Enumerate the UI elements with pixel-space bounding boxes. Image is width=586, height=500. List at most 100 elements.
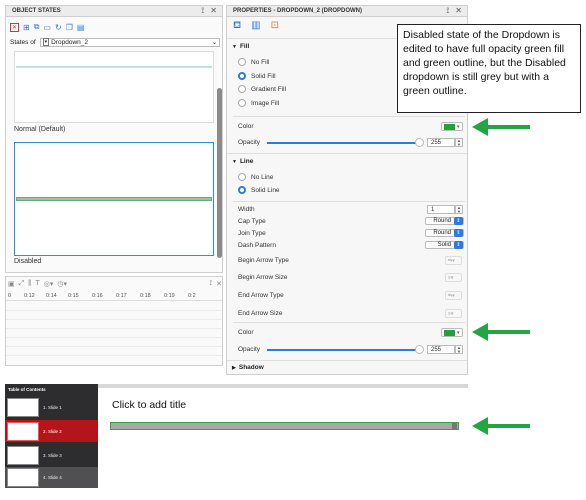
edit-state-icon[interactable]: ▭ — [43, 23, 51, 32]
fill-opacity-slider[interactable] — [267, 142, 417, 144]
shadow-section-header[interactable]: ▶ Shadow — [232, 364, 264, 371]
pin-icon[interactable]: ⟟ — [201, 6, 204, 16]
radio-selected[interactable] — [238, 72, 246, 80]
chevron-down-icon: ▼ — [232, 158, 237, 165]
state-thumbnail-normal[interactable] — [14, 51, 214, 123]
join-type-select[interactable]: Round ⇕ — [425, 229, 464, 237]
end-arrow-type-label: End Arrow Type — [238, 292, 284, 299]
object-states-title: OBJECT STATES — [12, 8, 61, 14]
cap-type-select[interactable]: Round ⇕ — [425, 217, 464, 225]
fill-option-solid-fill[interactable]: Solid Fill — [238, 72, 276, 80]
fill-opacity-value: 255 — [431, 139, 442, 146]
option-label: Solid Fill — [251, 72, 276, 80]
end-arrow-type-select[interactable]: ⇆▾ — [445, 291, 462, 300]
fill-tab-icon[interactable]: ⛾ — [233, 20, 241, 33]
line-opacity-input[interactable]: 255 ▲ ▼ — [427, 345, 463, 354]
duplicate-state-icon[interactable]: ⧉ — [34, 22, 40, 32]
slide-item-2[interactable]: 2. Slide 2 — [5, 420, 98, 442]
fill-opacity-knob[interactable] — [415, 138, 424, 147]
close-icon[interactable]: ✕ — [455, 6, 462, 16]
slides-panel: Table of Contents 1. Slide 1 2. Slide 2 … — [5, 384, 98, 488]
radio[interactable] — [238, 58, 246, 66]
fill-option-image-fill[interactable]: Image Fill — [238, 99, 279, 107]
tick-label: 0:17 — [116, 293, 127, 299]
dash-pattern-value: Solid — [437, 242, 451, 248]
slide-item-3[interactable]: 3. Slide 3 — [5, 444, 98, 466]
close-icon[interactable]: ✕ — [210, 6, 217, 16]
slide-title-placeholder[interactable]: Click to add title — [112, 399, 186, 411]
chevron-right-icon: ▶ — [232, 364, 236, 371]
fill-color-picker[interactable]: ▾ — [441, 122, 463, 131]
fill-opacity-label: Opacity — [238, 139, 261, 146]
timeline-clock-icon[interactable]: ◷▾ — [57, 280, 67, 288]
delete-state-icon[interactable]: ✕ — [10, 22, 19, 32]
timeline-zoom-icon[interactable]: ⤢ — [19, 280, 25, 288]
chevron-down-icon: ⌄ — [211, 39, 217, 46]
dash-pattern-select[interactable]: Solid ⇕ — [425, 241, 464, 249]
timeline-view-icon[interactable]: ◎▾ — [44, 280, 54, 288]
slide-label: 1. Slide 1 — [43, 404, 62, 410]
timeline-toolbar: ▣ ⤢ ⫼ T ◎▾ ◷▾ ⟟ ✕ — [8, 278, 222, 289]
annotation-box: Disabled state of the Dropdown is edited… — [397, 24, 581, 113]
line-width-label: Width — [238, 206, 255, 213]
slide-item-1[interactable]: 1. Slide 1 — [5, 396, 98, 418]
radio[interactable] — [238, 85, 246, 93]
object-states-panel: OBJECT STATES ⟟ ✕ ✕ ⊞ ⧉ ▭ ↻ ❐ ▤ States o… — [5, 5, 223, 273]
add-state-icon[interactable]: ⊞ — [23, 23, 30, 32]
size-tab-icon[interactable]: ▥ — [251, 20, 260, 33]
begin-arrow-type-select[interactable]: ⇆▾ — [445, 256, 462, 265]
fill-option-gradient-fill[interactable]: Gradient Fill — [238, 85, 286, 93]
fill-color-label: Color — [238, 123, 254, 130]
chevron-down-icon: ▾ — [457, 329, 460, 336]
radio[interactable] — [238, 173, 246, 181]
style-tab-icon[interactable]: ⊡ — [271, 20, 279, 33]
state-thumbnail-disabled[interactable] — [14, 142, 214, 256]
arrow-divider — [233, 322, 465, 323]
state-properties-icon[interactable]: ▤ — [77, 23, 85, 32]
states-scrollbar[interactable] — [217, 88, 222, 258]
line-width-input[interactable]: 1 ▲ ▼ — [427, 205, 463, 214]
line-opacity-label: Opacity — [238, 346, 261, 353]
line-color-swatch — [444, 329, 455, 336]
timeline-text-icon[interactable]: T — [35, 280, 39, 287]
timeline-icon[interactable]: ▣ — [8, 280, 15, 288]
states-toolbar: ✕ ⊞ ⧉ ▭ ↻ ❐ ▤ — [10, 21, 84, 33]
timeline-pin-icon[interactable]: ⟟ — [210, 280, 213, 288]
line-option-solid-line[interactable]: Solid Line — [238, 186, 280, 194]
slide-label: 3. Slide 3 — [43, 452, 62, 458]
line-opacity-knob[interactable] — [415, 345, 424, 354]
stepper-arrows-icon[interactable]: ▲ ▼ — [455, 345, 463, 354]
line-opacity-value: 255 — [431, 346, 442, 353]
line-color-picker[interactable]: ▾ — [441, 328, 463, 337]
fill-divider — [233, 116, 465, 117]
dropdown-preview-disabled — [16, 197, 212, 201]
radio-selected[interactable] — [238, 186, 246, 194]
stepper-arrows-icon[interactable]: ▲ ▼ — [455, 205, 463, 214]
line-opacity-slider[interactable] — [267, 349, 417, 351]
line-section-header[interactable]: ▼ Line — [232, 158, 253, 165]
fill-opacity-input[interactable]: 255 ▲ ▼ — [427, 138, 463, 147]
slide-item-4[interactable]: 4. Slide 4 — [5, 467, 98, 488]
chevron-updown-icon: ⇕ — [454, 217, 463, 225]
reset-state-icon[interactable]: ↻ — [55, 23, 62, 32]
stepper-arrows-icon[interactable]: ▲ ▼ — [455, 138, 463, 147]
timeline-close-icon[interactable]: ✕ — [216, 280, 222, 288]
end-arrow-size-select[interactable]: ≡▾ — [445, 309, 462, 318]
slide-label: 4. Slide 4 — [43, 475, 62, 480]
fill-option-no-fill[interactable]: No Fill — [238, 58, 269, 66]
begin-arrow-size-select[interactable]: ≡▾ — [445, 273, 462, 282]
copy-state-icon[interactable]: ❐ — [66, 23, 73, 32]
states-of-label: States of — [10, 38, 36, 46]
line-option-no-line[interactable]: No Line — [238, 173, 273, 181]
fill-section-header[interactable]: ▼ Fill — [232, 43, 249, 50]
fill-section-title: Fill — [239, 43, 250, 50]
shadow-section-title: Shadow — [238, 364, 264, 371]
timeline-align-icon[interactable]: ⫼ — [28, 280, 31, 288]
states-of-select[interactable]: ▾ Dropdown_2 ⌄ — [39, 37, 220, 47]
radio[interactable] — [238, 99, 246, 107]
annotation-text: Disabled state of the Dropdown is edited… — [403, 29, 566, 97]
tick-label: 0:2 — [188, 293, 196, 299]
join-type-value: Round — [433, 230, 451, 236]
timeline-tracks[interactable] — [6, 302, 222, 364]
pin-icon[interactable]: ⟟ — [446, 6, 449, 16]
